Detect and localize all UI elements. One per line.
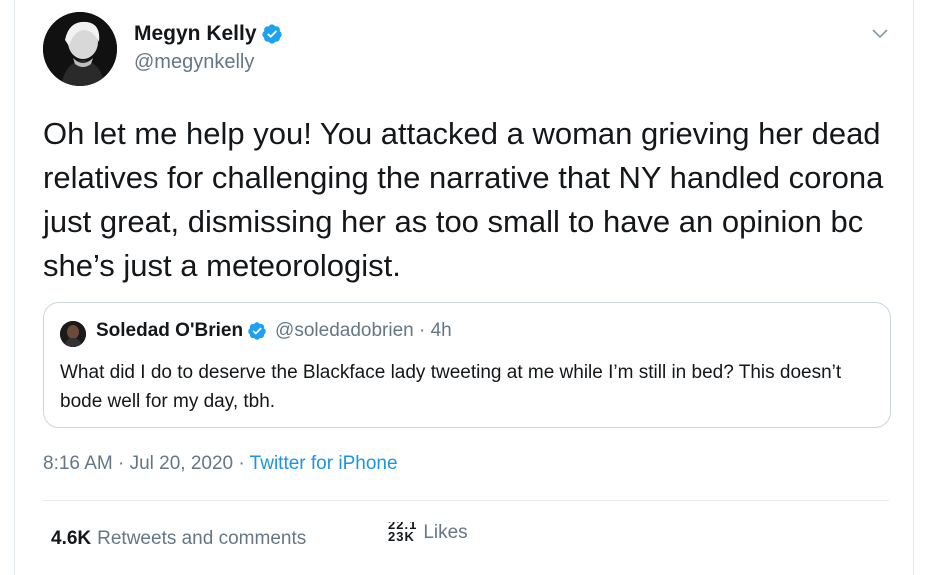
author-name-row: Megyn Kelly [134,22,283,46]
likes-stat[interactable]: 22.1 23K Likes [388,522,468,544]
chevron-down-icon[interactable] [871,24,889,42]
retweets-stat[interactable]: 4.6K Retweets and comments [51,528,306,550]
quoted-header: Soledad O'Brien @soledadobrien · 4h [96,320,452,342]
author-name[interactable]: Megyn Kelly [134,22,257,46]
tweet-timestamp[interactable]: 8:16 AM · Jul 20, 2020 · [43,453,250,474]
quoted-tweet[interactable]: Soledad O'Brien @soledadobrien · 4h What… [43,302,891,428]
tweet-source-link[interactable]: Twitter for iPhone [250,453,398,474]
author-avatar[interactable] [43,12,117,86]
likes-count-new: 23K [388,529,415,544]
verified-badge-icon [261,24,282,44]
quoted-author-name: Soledad O'Brien [96,320,244,341]
author-handle[interactable]: @megynkelly [134,51,254,74]
avatar-photo [43,12,117,86]
tweet-meta: 8:16 AM · Jul 20, 2020 · Twitter for iPh… [43,453,398,475]
likes-count: 22.1 23K [388,522,417,544]
likes-label: Likes [423,522,468,543]
divider [43,500,889,501]
verified-badge-icon [248,322,266,340]
retweets-count: 4.6K [51,528,92,549]
quoted-author-avatar [60,321,86,347]
retweets-label: Retweets and comments [97,528,307,549]
quoted-avatar-photo [60,321,86,347]
quoted-author-handle: @soledadobrien · 4h [275,320,452,341]
quoted-tweet-text: What did I do to deserve the Blackface l… [60,362,842,412]
tweet-text: Oh let me help you! You attacked a woman… [43,116,884,283]
tweet-card: Megyn Kelly @megynkelly Oh let me help y… [14,0,914,575]
